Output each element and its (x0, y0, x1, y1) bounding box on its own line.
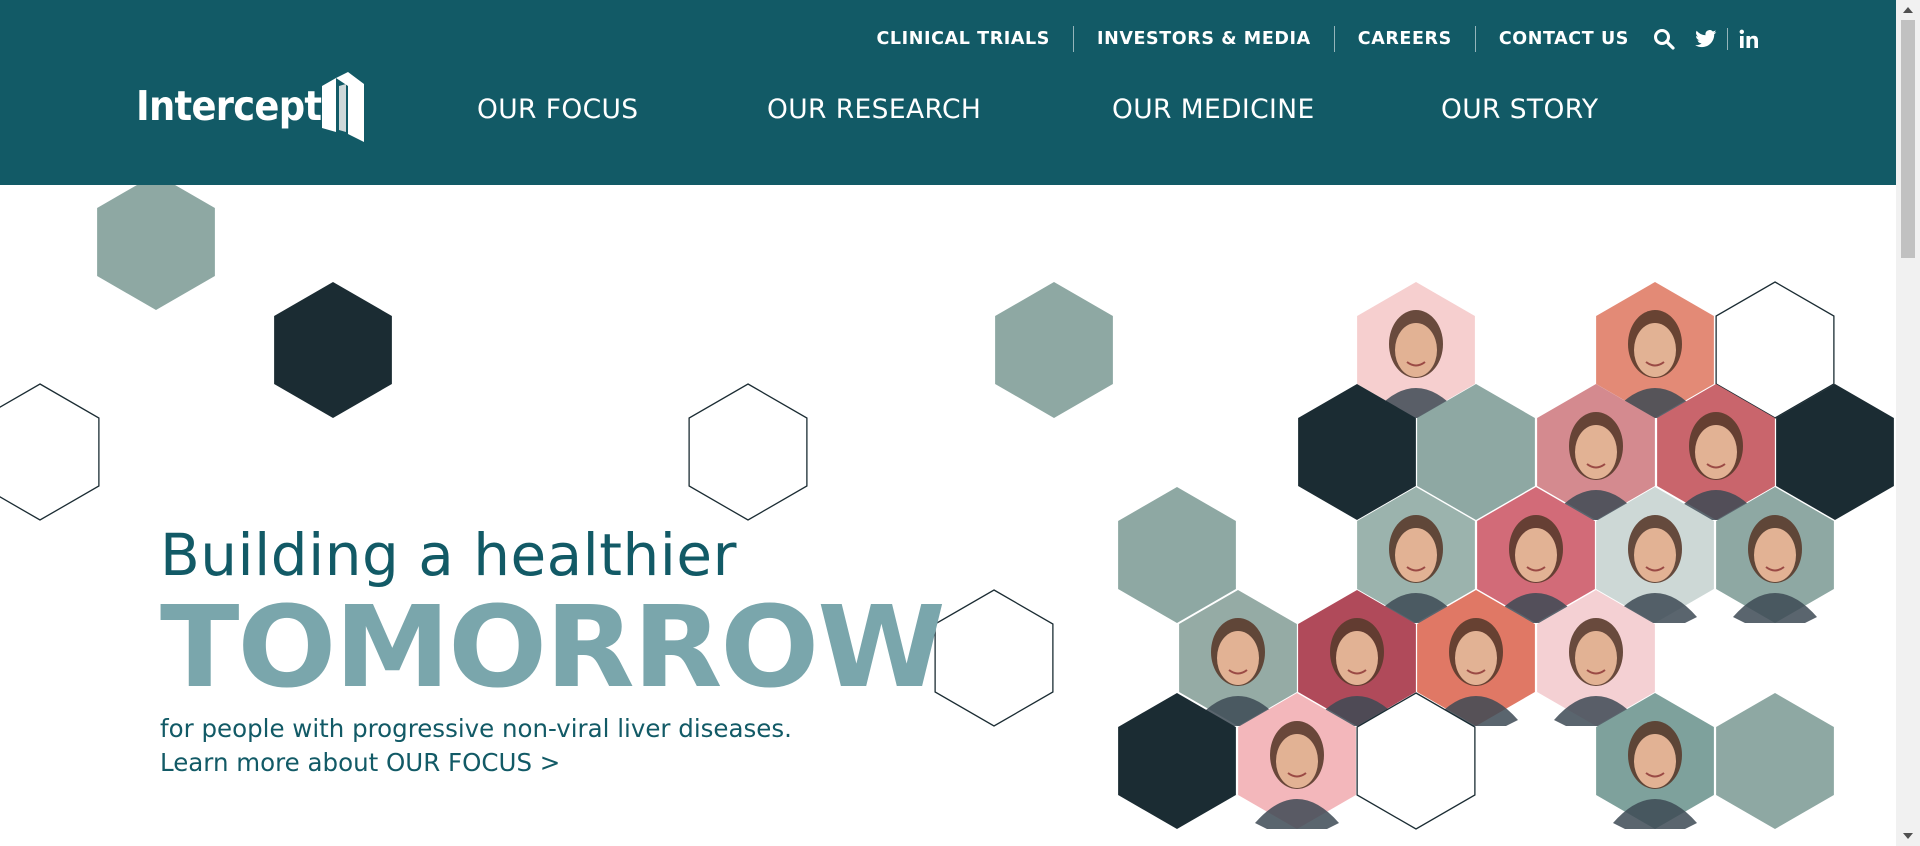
decorative-hexagon (97, 185, 215, 310)
twitter-icon[interactable] (1685, 24, 1727, 54)
decorative-hexagon (1716, 693, 1834, 829)
scroll-up-arrow-icon[interactable] (1896, 0, 1920, 20)
hero-tomorrow: TOMORROW (160, 583, 946, 713)
scroll-thumb[interactable] (1901, 20, 1915, 258)
decorative-hexagon (995, 282, 1113, 418)
our-focus-link[interactable]: OUR FOCUS > (386, 746, 560, 780)
decorative-hexagon (0, 383, 100, 521)
main-nav: OUR FOCUS OUR RESEARCH OUR MEDICINE OUR … (0, 90, 1896, 130)
nav-contact-us[interactable]: CONTACT US (1476, 29, 1643, 49)
search-icon[interactable] (1643, 24, 1685, 54)
hero-cta-prefix: Learn more about (160, 748, 386, 777)
hero-cta: Learn more about OUR FOCUS > (160, 746, 914, 780)
site-header: CLINICAL TRIALS INVESTORS & MEDIA CAREER… (0, 0, 1896, 185)
scroll-down-arrow-icon[interactable] (1896, 826, 1920, 846)
nav-our-medicine[interactable]: OUR MEDICINE (1112, 90, 1315, 130)
nav-our-research[interactable]: OUR RESEARCH (767, 90, 981, 130)
hero-subtitle: for people with progressive non-viral li… (160, 714, 792, 743)
nav-investors-media[interactable]: INVESTORS & MEDIA (1074, 29, 1334, 49)
nav-clinical-trials[interactable]: CLINICAL TRIALS (853, 29, 1073, 49)
linkedin-icon[interactable] (1728, 24, 1770, 54)
nav-careers[interactable]: CAREERS (1335, 29, 1475, 49)
utility-nav: CLINICAL TRIALS INVESTORS & MEDIA CAREER… (853, 24, 1770, 54)
nav-our-focus[interactable]: OUR FOCUS (477, 90, 639, 130)
nav-our-story[interactable]: OUR STORY (1441, 90, 1598, 130)
decorative-hexagon (274, 282, 392, 418)
decorative-hexagon (688, 383, 808, 521)
decorative-hexagon (934, 589, 1054, 727)
page-scrollbar[interactable] (1896, 0, 1920, 846)
hero-text-block: Building a healthier TOMORROW for people… (160, 520, 946, 780)
hero-heading: Building a healthier (160, 521, 737, 589)
